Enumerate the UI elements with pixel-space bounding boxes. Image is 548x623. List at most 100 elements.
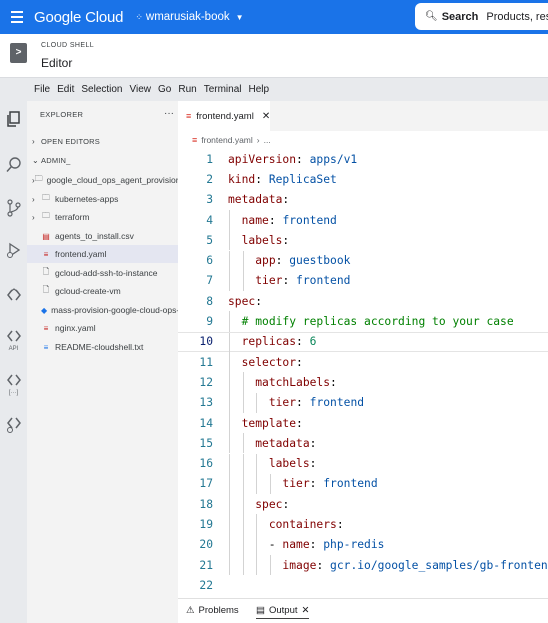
menu-go[interactable]: Go	[158, 84, 171, 95]
code-line[interactable]: 11 selector:	[178, 352, 548, 373]
code-token: metadata	[255, 436, 310, 450]
code-line[interactable]: 19 containers:	[178, 514, 548, 535]
chevron-right-icon: ›	[32, 136, 35, 146]
chevron-right-icon: ›	[32, 212, 35, 222]
more-actions-icon[interactable]: ···	[164, 108, 174, 119]
cloud-code-icon[interactable]	[0, 287, 27, 303]
code-line[interactable]: 13 tier: frontend	[178, 392, 548, 413]
tree-item-folder[interactable]: › 🗀 terraform	[27, 208, 178, 226]
secret-manager-icon[interactable]: [···]	[0, 373, 27, 399]
google-cloud-logo[interactable]: Google Cloud	[34, 9, 124, 26]
tree-item-file[interactable]: ≡ nginx.yaml	[27, 319, 178, 337]
code-token: :	[296, 416, 303, 430]
code-token: tier	[255, 274, 283, 288]
menu-view[interactable]: View	[130, 84, 152, 95]
code-line[interactable]: 15 metadata:	[178, 433, 548, 454]
code-token: :	[268, 213, 283, 227]
explorer-title: EXPLORER	[40, 110, 84, 119]
code-line[interactable]: 16 labels:	[178, 453, 548, 474]
code-line[interactable]: 10 replicas: 6	[178, 331, 548, 353]
code-text: containers:	[228, 518, 344, 531]
code-line[interactable]: 21 image: gcr.io/google_samples/gb-front…	[178, 555, 548, 576]
menu-edit[interactable]: Edit	[57, 84, 74, 95]
code-token: app	[255, 254, 276, 268]
indent-guide	[242, 270, 244, 292]
csv-file-icon: ▤	[42, 231, 50, 241]
code-line[interactable]: 2 kind: ReplicaSet	[178, 169, 548, 189]
code-line[interactable]: 9 # modify replicas according to your ca…	[178, 311, 548, 332]
search-button-label[interactable]: Search	[442, 11, 479, 23]
tab-output[interactable]: ▤ Output ✕	[256, 605, 310, 619]
search-box[interactable]: 🔍︎ Search Products, resourc	[415, 3, 548, 30]
line-number: 4	[206, 213, 213, 227]
cloud-run-icon[interactable]	[0, 416, 27, 434]
code-line[interactable]: 3 metadata:	[178, 190, 548, 210]
tree-item-file[interactable]: ◆ mass-provision-google-cloud-ops-a	[27, 301, 178, 319]
indent-guide	[229, 433, 230, 454]
workspace-root[interactable]: ⌄ ADMIN_	[27, 151, 178, 169]
code-token: apiVersion	[228, 152, 297, 166]
menu-file[interactable]: File	[34, 84, 50, 95]
tree-item-file[interactable]: 🗋 gcloud-add-ssh-to-instance	[27, 264, 178, 282]
menu-selection[interactable]: Selection	[81, 84, 122, 95]
code-line[interactable]: 6 app: guestbook	[178, 250, 548, 271]
code-token: php-redis	[323, 538, 385, 552]
tab-problems[interactable]: ⚠ Problems	[186, 605, 239, 616]
explorer-panel: EXPLORER ··· › OPEN EDITORS ⌄ ADMIN_ › 🗀…	[27, 101, 178, 623]
open-editors-section[interactable]: › OPEN EDITORS	[27, 132, 178, 150]
cloud-apis-icon[interactable]: API	[0, 329, 27, 355]
code-text: tier: frontend	[228, 477, 377, 490]
code-line[interactable]: 20 - name: php-redis	[178, 534, 548, 555]
code-line[interactable]: 14 template:	[178, 412, 548, 434]
code-line[interactable]: 1 apiVersion: apps/v1	[178, 149, 548, 169]
indent-guide	[256, 534, 258, 555]
code-line[interactable]: 17 tier: frontend	[178, 473, 548, 495]
menu-help[interactable]: Help	[249, 84, 270, 95]
code-token: selector	[241, 355, 297, 369]
activity-bar: API [···]	[0, 101, 27, 623]
breadcrumb-rest[interactable]: ...	[264, 135, 271, 145]
menu-run[interactable]: Run	[178, 84, 196, 95]
line-number: 20	[199, 538, 213, 552]
menu-icon[interactable]	[0, 0, 34, 34]
indent-guide	[229, 311, 230, 332]
code-line[interactable]: 4 name: frontend	[178, 209, 548, 231]
code-token: replicas	[241, 335, 297, 349]
code-token: frontend	[296, 274, 351, 288]
code-line[interactable]: 12 matchLabels:	[178, 372, 548, 393]
tree-item-file[interactable]: ≡ README-cloudshell.txt	[27, 338, 178, 356]
line-number: 1	[206, 152, 213, 166]
tree-item-file[interactable]: ▤ agents_to_install.csv	[27, 227, 178, 245]
code-token: apps/v1	[309, 152, 358, 166]
tree-item-folder[interactable]: › 🗀 kubernetes-apps	[27, 190, 178, 208]
close-icon[interactable]: ✕	[262, 111, 270, 122]
indent-guide	[242, 372, 244, 393]
code-line[interactable]: 8 spec:	[178, 291, 548, 311]
code-line[interactable]: 5 labels:	[178, 230, 548, 251]
tree-item-folder[interactable]: › 🗀 google_cloud_ops_agent_provisior	[27, 171, 178, 189]
project-picker[interactable]: ⁘ wmarusiak-book ▼	[135, 11, 243, 23]
project-icon: ⁘	[135, 11, 142, 22]
tab-frontend-yaml[interactable]: ≡ frontend.yaml ✕	[178, 101, 270, 131]
code-token: labels	[241, 233, 283, 247]
code-text: selector:	[228, 356, 303, 369]
tree-item-file-selected[interactable]: ≡ frontend.yaml	[27, 245, 178, 263]
explorer-icon[interactable]	[0, 111, 27, 128]
tree-item-file[interactable]: 🗋 gcloud-create-vm	[27, 282, 178, 300]
code-line[interactable]: 18 spec:	[178, 494, 548, 515]
code-line[interactable]: 22	[178, 575, 548, 595]
breadcrumb-file[interactable]: frontend.yaml	[201, 135, 253, 145]
search-sidebar-icon[interactable]	[0, 157, 27, 173]
open-editors-label: OPEN EDITORS	[41, 136, 100, 146]
close-icon[interactable]: ✕	[302, 605, 310, 616]
tree-item-label: google_cloud_ops_agent_provisior	[46, 175, 178, 185]
code-token: :	[282, 274, 297, 288]
menu-terminal[interactable]: Terminal	[204, 84, 242, 95]
run-debug-icon[interactable]	[0, 242, 27, 259]
source-control-icon[interactable]	[0, 199, 27, 217]
code-line[interactable]: 7 tier: frontend	[178, 270, 548, 292]
